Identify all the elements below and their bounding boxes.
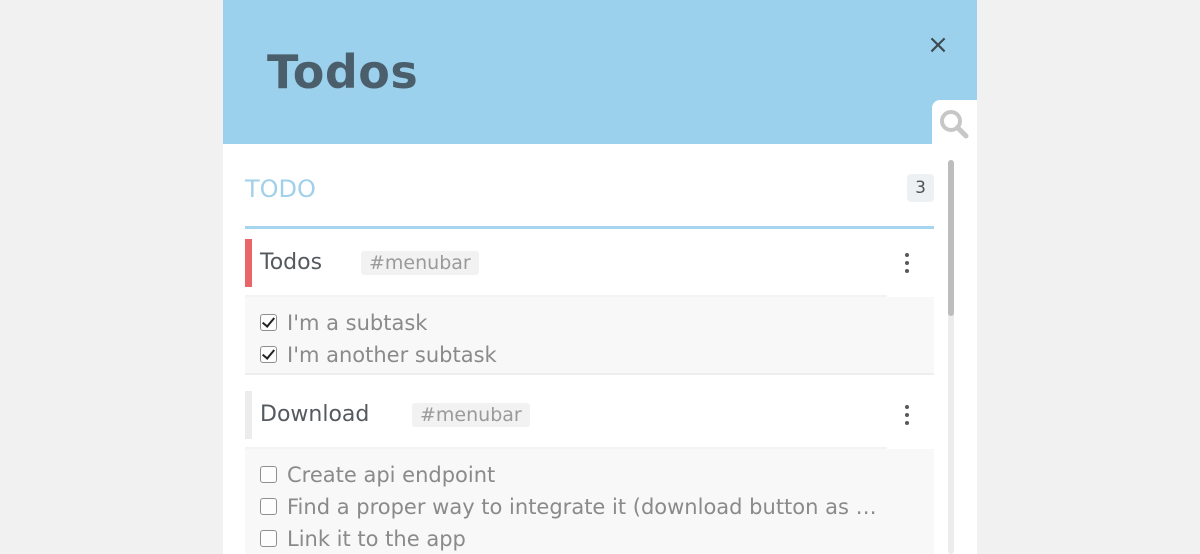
subtask-list: Create api endpoint Find a proper way to… (245, 449, 934, 554)
scrollbar-thumb[interactable] (948, 160, 954, 316)
kebab-menu-icon (905, 253, 909, 257)
task-menu-button[interactable] (897, 401, 917, 431)
close-icon: × (927, 30, 949, 60)
section-title: TODO (245, 175, 316, 203)
kebab-menu-icon (905, 269, 909, 273)
subtask-item: I'm a subtask (245, 307, 934, 339)
subtask-item: I'm another subtask (245, 339, 934, 371)
search-button[interactable] (932, 100, 977, 146)
subtask-label: I'm another subtask (287, 343, 497, 367)
subtask-checkbox[interactable] (260, 466, 277, 483)
kebab-menu-icon (905, 405, 909, 409)
subtask-label: Link it to the app (287, 527, 466, 551)
scrollbar[interactable] (948, 160, 954, 554)
subtask-item: Link it to the app (245, 523, 934, 554)
task-menu-button[interactable] (897, 249, 917, 279)
task-tag[interactable]: #menubar (361, 251, 479, 275)
subtask-label: Create api endpoint (287, 463, 496, 487)
task-row[interactable]: Download #menubar (245, 391, 909, 449)
panel-header: Todos × (223, 0, 977, 144)
search-icon (940, 110, 969, 139)
priority-indicator (245, 391, 252, 439)
task-item: Download #menubar Create api endpoint Fi… (245, 391, 934, 554)
section-header: TODO 3 (245, 160, 934, 229)
kebab-menu-icon (905, 261, 909, 265)
subtask-label: I'm a subtask (287, 311, 428, 335)
subtask-item: Create api endpoint (245, 459, 934, 491)
task-item: Todos #menubar I'm a subtask I'm another… (245, 239, 934, 375)
kebab-menu-icon (905, 413, 909, 417)
task-title: Download (260, 402, 370, 427)
page-title: Todos (267, 45, 419, 99)
subtask-label: Find a proper way to integrate it (downl… (287, 495, 877, 519)
subtask-item: Find a proper way to integrate it (downl… (245, 491, 934, 523)
subtask-checkbox[interactable] (260, 346, 277, 363)
subtask-checkbox[interactable] (260, 314, 277, 331)
kebab-menu-icon (905, 421, 909, 425)
subtask-checkbox[interactable] (260, 498, 277, 515)
close-button[interactable]: × (923, 30, 953, 60)
task-title: Todos (260, 250, 323, 275)
priority-indicator (245, 239, 252, 287)
task-tag[interactable]: #menubar (412, 403, 530, 427)
todos-panel: Todos × TODO 3 Todos #menubar I'm a subt… (223, 0, 977, 554)
subtask-list: I'm a subtask I'm another subtask (245, 297, 934, 375)
subtask-checkbox[interactable] (260, 530, 277, 547)
section-count-badge: 3 (907, 174, 934, 202)
task-row[interactable]: Todos #menubar (245, 239, 909, 297)
